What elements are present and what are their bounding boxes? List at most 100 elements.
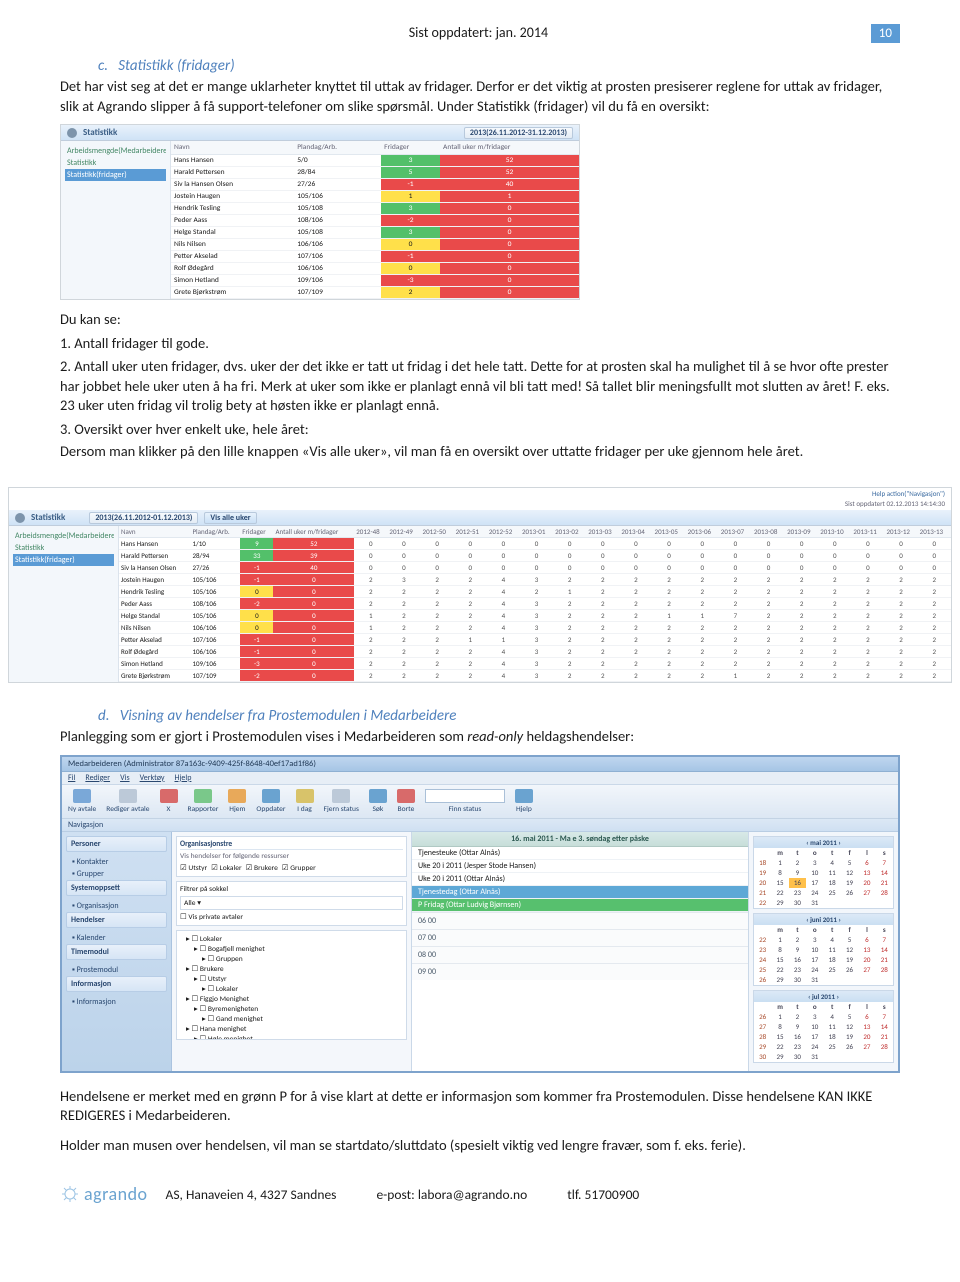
nav-item[interactable]: ▪ Organisasjon — [66, 900, 167, 912]
vis-alle-uker-button[interactable]: Vis alle uker — [204, 512, 256, 524]
menu-item[interactable]: Rediger — [85, 773, 110, 783]
toolbar-button[interactable]: X — [160, 789, 178, 814]
after-ss3-p2: Holder man musen over hendelsen, vil man… — [60, 1136, 900, 1156]
menu-item[interactable]: Verktøy — [140, 773, 165, 783]
tree-item[interactable]: ▸ ☐ Byremenigheten — [180, 1004, 403, 1014]
section-c-paragraph: Det har vist seg at det er mange uklarhe… — [60, 77, 900, 116]
section-c-title: Statistikk (fridager) — [118, 57, 234, 75]
toolbar-button[interactable]: Finn status — [425, 789, 505, 814]
page-header: Sist oppdatert: jan. 2014 10 — [60, 24, 900, 43]
sidebar-item[interactable]: Statistikk(fridager) — [13, 554, 114, 566]
menu-item[interactable]: Hjelp — [175, 773, 192, 783]
toolbar-button[interactable]: Rapporter — [188, 789, 219, 814]
hour-row: 07 00 — [412, 929, 748, 946]
sidebar-item[interactable]: Arbeidsmengde(Medarbeidere) — [65, 145, 166, 157]
footer-email: e-post: labora@agrando.no — [376, 1186, 527, 1203]
page-number-badge: 10 — [871, 24, 900, 43]
ss3-window-title: Medarbeideren (Administrator 87a163c-940… — [62, 757, 898, 772]
period-dropdown[interactable]: 2013(26.11.2012-31.12.2013) — [464, 127, 573, 139]
calendar-event[interactable]: Uke 20 i 2011 (Jesper Stode Hansen) — [412, 860, 748, 873]
nav-item[interactable]: ▪ Kontakter — [66, 856, 167, 868]
toolbar-button[interactable]: Oppdater — [256, 789, 285, 814]
ss1-title: Statistikk — [83, 127, 117, 138]
checkbox[interactable]: ☑ Grupper — [282, 863, 316, 873]
calendar-event[interactable]: Uke 20 i 2011 (Ottar Alnås) — [412, 873, 748, 886]
calendar-event[interactable]: P Fridag (Ottar Ludvig Bjørnsen) — [412, 899, 748, 912]
calendar-event[interactable]: Tjenesteuke (Ottar Alnås) — [412, 847, 748, 860]
ss3-left-nav: Personer ▪ Kontakter▪ GrupperSystemoppset… — [62, 832, 172, 1071]
tree-item[interactable]: ▸ ☐ Gand menighet — [180, 1014, 403, 1024]
toolbar-button[interactable]: Rediger avtale — [106, 789, 149, 814]
sidebar-item[interactable]: Statistikk — [13, 542, 114, 554]
nav-item[interactable]: ▪ Kalender — [66, 932, 167, 944]
ss3-calendar-center: 16. mai 2011 - Ma e 3. søndag etter påsk… — [412, 832, 748, 1071]
section-d-heading: d. Visning av hendelser fra Prostemodule… — [60, 707, 900, 725]
sidebar-item[interactable]: Statistikk — [65, 157, 166, 169]
ss3-minicalendars: ‹ mai 2011 ›mtotfls181234567198910111213… — [748, 832, 898, 1071]
nav-group-header[interactable]: Personer — [66, 836, 167, 852]
tree-item[interactable]: ▸ ☐ Figgjo Menighet — [180, 994, 403, 1004]
section-c-heading: c. Statistikk (fridager) — [60, 57, 900, 75]
toolbar-button[interactable]: Borte — [397, 789, 415, 814]
mini-calendar[interactable]: ‹ juni 2011 ›mtotfls22123456723891011121… — [753, 913, 894, 986]
sidebar-item[interactable]: Statistikk(fridager) — [65, 169, 166, 181]
logo-icon — [60, 1184, 80, 1204]
brand-name: agrando — [84, 1183, 148, 1205]
ss1-sidebar: Arbeidsmengde(Medarbeidere)StatistikkSta… — [61, 141, 171, 299]
ss3-nav-label: Navigasjon — [62, 819, 898, 832]
sidebar-item[interactable]: Arbeidsmengde(Medarbeidere) — [13, 530, 114, 542]
nav-group-header[interactable]: Systemoppsett — [66, 880, 167, 896]
toolbar-button[interactable]: Hjem — [228, 789, 246, 814]
ss2-help-link[interactable]: Help action("Navigasjon") — [872, 489, 945, 498]
ss3-hour-grid: 06 0007 0008 0009 00 — [412, 912, 748, 980]
hour-row: 09 00 — [412, 963, 748, 980]
nav-item[interactable]: ▪ Grupper — [66, 868, 167, 880]
you-can-see: Du kan se: — [60, 310, 900, 330]
section-c-letter: c. — [98, 57, 108, 75]
ss1-titlebar: Statistikk 2013(26.11.2012-31.12.2013) — [61, 125, 579, 141]
tree-item[interactable]: ▸ ☐ Lokaler — [180, 934, 403, 944]
list-item-3b: Dersom man klikker på den lille knappen … — [60, 442, 900, 462]
calendar-event[interactable]: Tjenestedag (Ottar Alnås) — [412, 886, 748, 899]
section-d-letter: d. — [98, 707, 110, 725]
nav-item[interactable]: ▪ Informasjon — [66, 996, 167, 1008]
menu-item[interactable]: Fil — [68, 773, 75, 783]
last-updated: Sist oppdatert: jan. 2014 — [409, 24, 548, 41]
ss2-table: NavnPlandag/Arb.FridagerAntall uker m/fr… — [119, 526, 951, 682]
tree-item[interactable]: ▸ ☐ Hana menighet — [180, 1024, 403, 1034]
tree-item[interactable]: ▸ ☐ Brukere — [180, 964, 403, 974]
ss2-titlebar: Statistikk 2013(26.11.2012-01.12.2013) V… — [9, 510, 951, 526]
tree-item[interactable]: ▸ ☐ Lokaler — [180, 984, 403, 994]
tree-item[interactable]: ▸ ☐ Utstyr — [180, 974, 403, 984]
tree-item[interactable]: ▸ ☐ Bogafjell menighet — [180, 944, 403, 954]
checkbox[interactable]: ☑ Lokaler — [211, 863, 241, 873]
ss1-table: NavnPlandag/Arb.FridagerAntall uker m/fr… — [171, 141, 579, 299]
ss3-org-panel: OrganisasjonstreVis hendelser for følgen… — [172, 832, 412, 1071]
ss3-menubar: Fil Rediger Vis Verktøy Hjelp — [62, 772, 898, 785]
list-item-1: 1. Antall fridager til gode. — [60, 334, 900, 354]
menu-item[interactable]: Vis — [120, 773, 130, 783]
tree-item[interactable]: ▸ ☐ Høle menighet — [180, 1034, 403, 1040]
toolbar-button[interactable]: Ny avtale — [68, 789, 96, 814]
screenshot-statistikk-small: Statistikk 2013(26.11.2012-31.12.2013) A… — [60, 124, 580, 300]
list-item-3a: 3. Oversikt over hver enkelt uke, hele å… — [60, 420, 900, 440]
toolbar-button[interactable]: Fjern status — [324, 789, 359, 814]
nav-item[interactable]: ▪ Prostemodul — [66, 964, 167, 976]
nav-group-header[interactable]: Hendelser — [66, 912, 167, 928]
mini-calendar[interactable]: ‹ mai 2011 ›mtotfls181234567198910111213… — [753, 836, 894, 909]
nav-group-header[interactable]: Timemodul — [66, 944, 167, 960]
mini-calendar[interactable]: ‹ jul 2011 ›mtotfls261234567278910111213… — [753, 990, 894, 1063]
toolbar-button[interactable]: I dag — [296, 789, 314, 814]
checkbox[interactable]: ☑ Brukere — [246, 863, 278, 873]
period-dropdown[interactable]: 2013(26.11.2012-01.12.2013) — [89, 512, 198, 524]
ss3-allday-events: Tjenesteuke (Ottar Alnås)Uke 20 i 2011 (… — [412, 847, 748, 912]
checkbox[interactable]: ☑ Utstyr — [180, 863, 207, 873]
toolbar-button[interactable]: Søk — [369, 789, 387, 814]
gear-icon — [15, 513, 25, 523]
tree-item[interactable]: ▸ ☐ Gruppen — [180, 954, 403, 964]
footer-address: AS, Hanaveien 4, 4327 Sandnes — [166, 1186, 337, 1203]
nav-group-header[interactable]: Informasjon — [66, 976, 167, 992]
screenshot-statistikk-wide: Help action("Navigasjon") Sist oppdatert… — [8, 487, 952, 683]
ss3-toolbar: Ny avtale Rediger avtale X Rapporter Hjem Opp… — [62, 785, 898, 819]
toolbar-button[interactable]: Hjelp — [515, 789, 533, 814]
